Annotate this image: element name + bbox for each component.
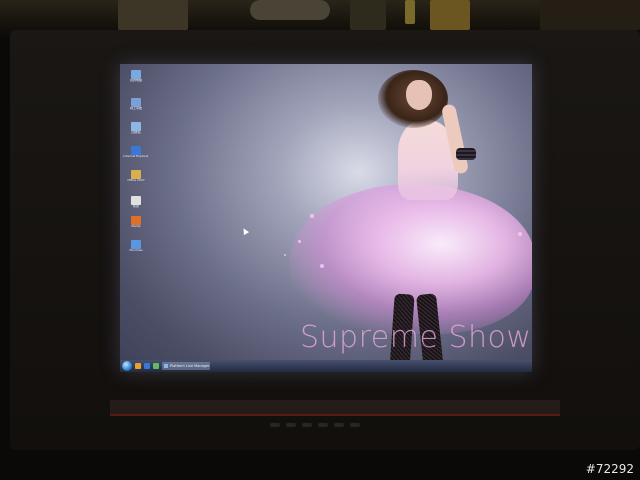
windows-icon [131, 240, 141, 249]
desktop-shortcut[interactable]: Media [124, 216, 148, 240]
desktop-shortcut-label: 网上邻居 [129, 107, 142, 110]
desktop-shortcut[interactable]: Office 2007 [124, 170, 148, 194]
desktop-screen: 我的电脑网上邻居回收站 Internet Explorer Office 2007 新… [120, 64, 532, 372]
app-icon [164, 364, 168, 368]
quick-launch-icon[interactable] [153, 363, 159, 369]
quick-launch-icon[interactable] [135, 363, 141, 369]
shelf-item [350, 0, 386, 30]
shelf-item [540, 0, 640, 30]
desktop-shortcut-label: Windows [129, 249, 143, 252]
wallpaper-bracelet [456, 148, 476, 160]
splash-drop [518, 232, 522, 236]
monitor-button[interactable] [318, 423, 328, 427]
desktop-shortcut-label: Office 2007 [127, 179, 145, 182]
monitor-button[interactable] [334, 423, 344, 427]
shelf-item [118, 0, 188, 30]
shelf-item [405, 0, 415, 24]
taskbar-button[interactable]: Platform Live Manager [162, 362, 210, 370]
desktop-shortcut-label: 我的电脑 [129, 79, 142, 82]
wallpaper-woman [284, 64, 532, 372]
monitor-button[interactable] [286, 423, 296, 427]
desktop-shortcut[interactable]: Windows [124, 240, 148, 264]
computer-icon [131, 70, 141, 79]
desktop-shortcut-label: Media [131, 225, 141, 228]
monitor-button[interactable] [350, 423, 360, 427]
document-icon [131, 196, 141, 205]
photo-watermark: #72292 [585, 462, 634, 476]
splash-drop [310, 214, 314, 218]
shelf-item [430, 0, 470, 30]
splash-drop [320, 264, 324, 268]
network-icon [131, 98, 141, 107]
monitor-button[interactable] [302, 423, 312, 427]
taskbar: Platform Live Manager [120, 360, 532, 372]
desktop-shortcut[interactable]: 我的电脑 [124, 70, 148, 94]
desktop-shortcut-label: 新建 [132, 205, 139, 208]
recycle-bin-icon [131, 122, 141, 131]
desktop-shortcut-label: Internet Explorer [123, 155, 149, 158]
start-orb-icon[interactable] [122, 361, 132, 371]
splash-drop [298, 240, 301, 243]
wallpaper-brand-text: Supreme Show [300, 320, 532, 355]
quick-launch-icon[interactable] [144, 363, 150, 369]
mouse-cursor-icon [240, 226, 250, 236]
desktop-shortcut[interactable]: Internet Explorer [123, 146, 149, 170]
splash-drop [284, 254, 286, 256]
monitor-button[interactable] [270, 423, 280, 427]
desktop-shortcut[interactable]: 回收站 [124, 122, 148, 146]
taskbar-button-label: Platform Live Manager [170, 364, 210, 368]
monitor-buttons [270, 420, 400, 430]
media-icon [131, 216, 141, 225]
shelf-item [250, 0, 330, 20]
desktop-shortcut[interactable]: 网上邻居 [124, 98, 148, 122]
office-icon [131, 170, 141, 179]
ie-icon [131, 146, 141, 155]
wallpaper-face [406, 80, 432, 110]
desktop-shortcut-label: 回收站 [131, 131, 141, 134]
monitor-chin [110, 400, 560, 416]
